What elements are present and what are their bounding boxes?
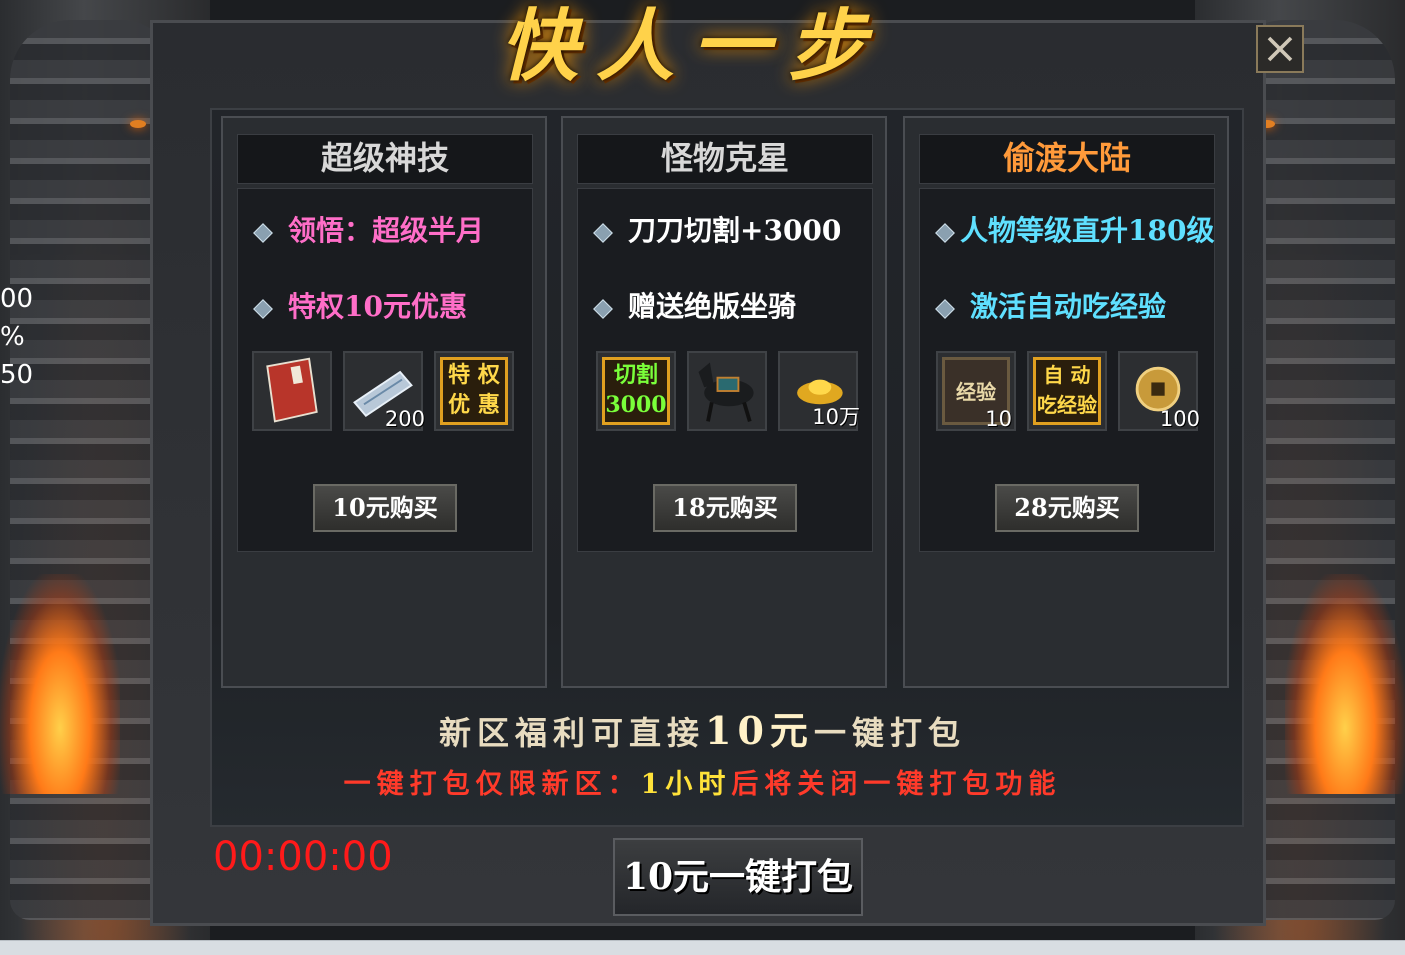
panel-body: 领悟：超级半月 特权10元优惠 200 特 权 优 惠 10元购买 (237, 188, 533, 552)
feature-text: 人物等级直升180级 (960, 214, 1215, 247)
buy-button-28[interactable]: 28元购买 (995, 484, 1139, 532)
item-quantity: 10万 (812, 405, 860, 429)
panel-title: 怪物克星 (577, 134, 873, 184)
auto-exp-icon: 自 动 吃经验 (1033, 357, 1101, 425)
feature-line: 领悟：超级半月 (253, 209, 485, 249)
feature-text: 领悟：超级半月 (288, 214, 485, 247)
fire-left (0, 574, 120, 794)
countdown-timer: 00:00:00 (213, 834, 393, 880)
reward-slot[interactable] (687, 351, 767, 431)
item-quantity: 100 (1159, 407, 1200, 431)
reward-slot[interactable]: 经验 10 (936, 351, 1016, 431)
item-quantity: 200 (384, 407, 425, 431)
buy-button-10[interactable]: 10元购买 (313, 484, 457, 532)
promo-text: 一键打包仅限新区： (343, 769, 641, 800)
panel-title: 偷渡大陆 (919, 134, 1215, 184)
package-panel-smuggle-continent: 偷渡大陆 人物等级直升180级 激活自动吃经验 经验 10 自 动 吃经验 10… (903, 116, 1229, 688)
promo-text: 一键打包 (813, 714, 966, 752)
diamond-bullet-icon (935, 222, 955, 243)
reward-slot[interactable]: 切割 3000 (596, 351, 676, 431)
panel-body: 人物等级直升180级 激活自动吃经验 经验 10 自 动 吃经验 100 28元… (919, 188, 1215, 552)
reward-slot[interactable]: 200 (343, 351, 425, 431)
promo-text: 后将关闭一键打包功能 (731, 769, 1062, 800)
reward-slot[interactable]: 100 (1118, 351, 1200, 431)
package-panel-super-skill: 超级神技 领悟：超级半月 特权10元优惠 200 特 权 优 惠 10元购买 (221, 116, 547, 688)
feature-text: 赠送绝版坐骑 (628, 290, 797, 323)
diamond-bullet-icon (593, 222, 613, 243)
cut-icon: 切割 3000 (602, 357, 670, 425)
buy-button-18[interactable]: 18元购买 (653, 484, 797, 532)
promo-highlight: 10元 (705, 708, 814, 753)
feature-line: 特权10元优惠 (253, 285, 467, 325)
close-button[interactable] (1256, 25, 1304, 73)
dialog-title: 快人一步 (500, 1, 885, 92)
feature-line: 刀刀切割+3000 (593, 209, 842, 249)
left-strip-value: % (0, 322, 25, 352)
diamond-bullet-icon (253, 298, 273, 319)
promo-line-1: 新区福利可直接10元一键打包 (0, 700, 1405, 755)
feature-text: 刀刀切割+3000 (628, 214, 842, 247)
feature-line: 赠送绝版坐骑 (593, 285, 797, 325)
privilege-icon: 特 权 优 惠 (440, 357, 508, 425)
close-icon (1267, 36, 1293, 62)
one-click-pack-button[interactable]: 10元一键打包 (613, 838, 863, 916)
promo-highlight: 1小时 (640, 769, 732, 800)
feature-line: 人物等级直升180级 (935, 209, 1215, 249)
left-strip-value: 50 (0, 360, 34, 390)
panel-title: 超级神技 (237, 134, 533, 184)
panel-body: 刀刀切割+3000 赠送绝版坐骑 切割 3000 10万 18元购买 (577, 188, 873, 552)
promo-text: 新区福利可直接 (439, 714, 706, 752)
promo-line-2: 一键打包仅限新区：1小时后将关闭一键打包功能 (0, 762, 1405, 801)
feature-text: 特权10元优惠 (288, 290, 467, 323)
reward-slot[interactable]: 10万 (778, 351, 860, 431)
feature-line: 激活自动吃经验 (935, 285, 1167, 325)
diamond-bullet-icon (253, 222, 273, 243)
diamond-bullet-icon (593, 298, 613, 319)
os-taskbar (0, 940, 1405, 955)
item-quantity: 10 (985, 407, 1012, 431)
package-panel-monster-bane: 怪物克星 刀刀切割+3000 赠送绝版坐骑 切割 3000 10万 18元购买 (561, 116, 887, 688)
diamond-bullet-icon (935, 298, 955, 319)
reward-slot[interactable]: 自 动 吃经验 (1027, 351, 1107, 431)
reward-slot[interactable]: 特 权 优 惠 (434, 351, 514, 431)
book-icon (266, 357, 318, 423)
dragon-eye-icon (130, 120, 146, 128)
reward-slot[interactable] (252, 351, 332, 431)
fire-right (1285, 574, 1405, 794)
horse-icon (698, 362, 754, 422)
left-strip-values: 00 % 50 (0, 280, 33, 394)
feature-text: 激活自动吃经验 (970, 290, 1167, 323)
left-strip-value: 00 (0, 284, 34, 314)
